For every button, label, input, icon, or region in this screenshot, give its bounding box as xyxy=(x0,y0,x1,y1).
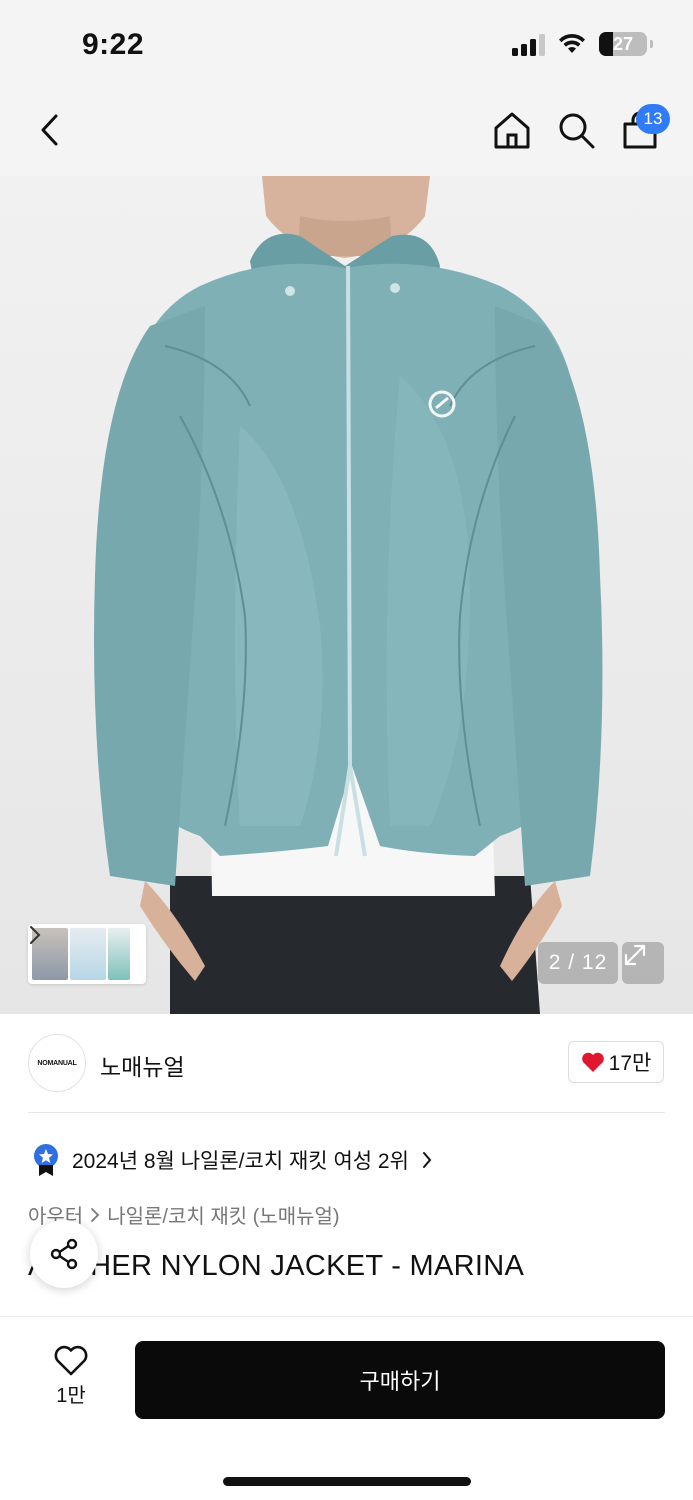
wishlist-count: 1만 xyxy=(56,1385,86,1407)
home-indicator xyxy=(223,1477,471,1486)
search-button[interactable] xyxy=(554,108,598,152)
share-button[interactable] xyxy=(30,1220,98,1288)
divider xyxy=(28,1112,665,1113)
expand-button[interactable] xyxy=(622,942,664,984)
thumbnail-image[interactable] xyxy=(70,928,106,980)
search-icon xyxy=(559,113,595,149)
chevron-right-icon xyxy=(422,1152,432,1168)
product-image-gallery[interactable]: 2 / 12 xyxy=(0,176,693,1014)
battery-icon: 27 xyxy=(599,32,653,56)
brand-row: NOMANUAL 노매뉴얼 17만 xyxy=(0,1014,693,1114)
battery-level: 27 xyxy=(612,33,634,54)
brand-logo[interactable]: NOMANUAL xyxy=(28,1034,86,1092)
ranking-badge-icon xyxy=(34,1144,58,1176)
buy-button[interactable]: 구매하기 xyxy=(135,1341,665,1419)
share-icon xyxy=(50,1238,78,1270)
brand-like-button[interactable]: 17만 xyxy=(568,1041,664,1083)
bottom-action-bar: 1만 구매하기 xyxy=(0,1316,693,1500)
status-bar: 9:22 27 xyxy=(0,0,693,90)
back-icon xyxy=(41,114,58,146)
brand-like-count: 17만 xyxy=(608,1052,652,1075)
ranking-text: 2024년 8월 나일론/코치 재킷 여성 2위 xyxy=(72,1150,409,1173)
chevron-right-icon xyxy=(91,1207,100,1222)
back-button[interactable] xyxy=(28,108,72,152)
ranking-badge-row[interactable]: 2024년 8월 나일론/코치 재킷 여성 2위 xyxy=(32,1140,433,1180)
product-photo xyxy=(94,176,603,1014)
breadcrumb-subcategory[interactable]: 나일론/코치 재킷 (노매뉴얼) xyxy=(107,1200,339,1229)
brand-name[interactable]: 노매뉴얼 xyxy=(100,1048,185,1082)
product-title: ARCHER NYLON JACKET - MARINA xyxy=(28,1250,525,1282)
wifi-icon xyxy=(559,33,585,53)
thumbnail-image[interactable] xyxy=(108,928,130,980)
image-counter: 2 / 12 xyxy=(538,942,618,984)
home-icon xyxy=(494,112,530,149)
wishlist-button[interactable]: 1만 xyxy=(40,1345,102,1408)
chevron-right-icon xyxy=(30,926,41,944)
home-button[interactable] xyxy=(490,108,534,152)
cart-count-badge: 13 xyxy=(636,104,670,134)
brand-logo-text: NOMANUAL xyxy=(37,1059,77,1067)
expand-icon xyxy=(624,944,646,966)
heart-outline-icon xyxy=(54,1345,88,1376)
status-time: 9:22 xyxy=(82,28,145,61)
thumbnail-strip[interactable] xyxy=(28,924,146,984)
heart-filled-icon xyxy=(581,1052,604,1072)
status-icons: 27 xyxy=(512,32,653,56)
top-nav xyxy=(0,90,693,176)
cellular-signal-icon xyxy=(512,32,545,56)
